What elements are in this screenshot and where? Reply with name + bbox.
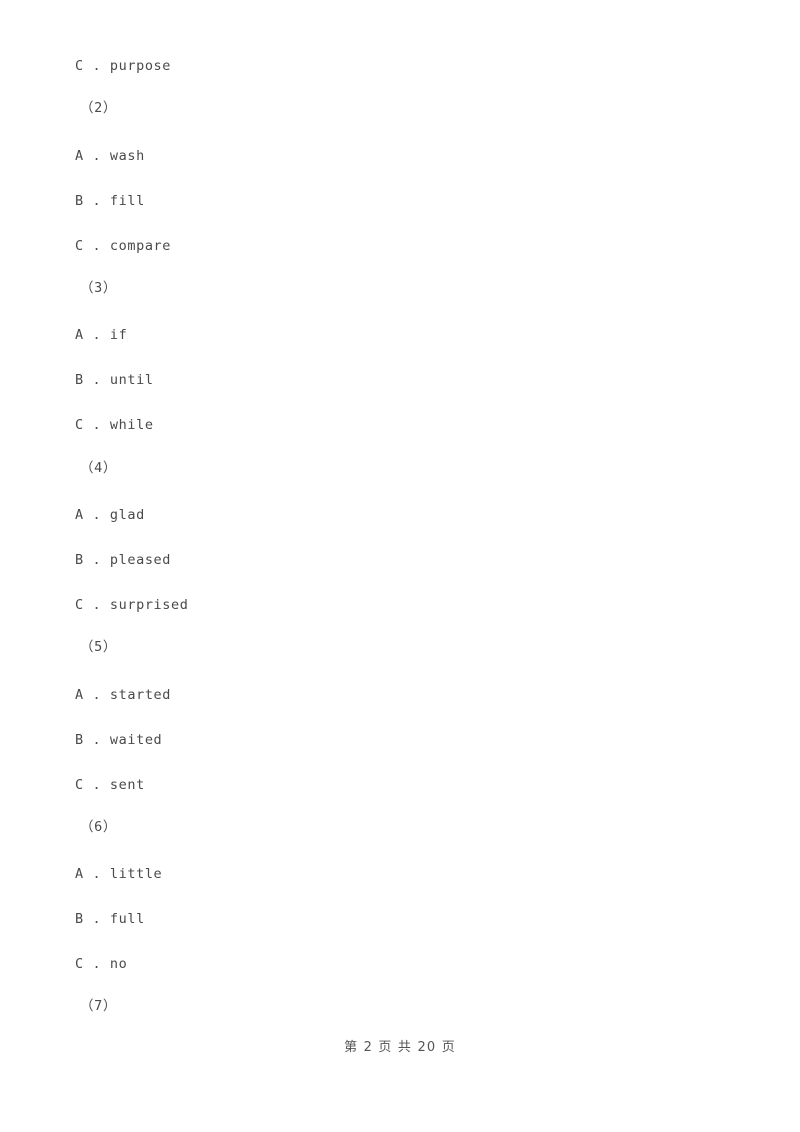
answer-option: A . wash [75, 148, 145, 164]
answer-option: B . fill [75, 193, 145, 209]
answer-option: B . pleased [75, 552, 172, 568]
question-number: （5） [80, 639, 117, 655]
answer-option: C . while [75, 417, 154, 433]
question-number: （6） [80, 819, 117, 835]
answer-option: A . glad [75, 507, 145, 523]
question-number: （3） [80, 280, 117, 296]
answer-option: B . waited [75, 732, 163, 748]
question-number: （7） [80, 998, 117, 1014]
question-number: （2） [80, 100, 117, 116]
question-number: （4） [80, 460, 117, 476]
answer-option: A . if [75, 327, 128, 343]
answer-option: C . purpose [75, 58, 172, 74]
document-page: C . purpose （2） A . wash B . fill C . compar… [0, 0, 800, 1132]
answer-option: A . started [75, 687, 172, 703]
page-footer: 第 2 页 共 20 页 [344, 1040, 456, 1055]
answer-option: A . little [75, 866, 163, 882]
answer-option: C . no [75, 956, 128, 972]
answer-option: C . surprised [75, 597, 189, 613]
answer-option: C . compare [75, 238, 172, 254]
answer-option: B . full [75, 911, 145, 927]
answer-option: B . until [75, 372, 154, 388]
answer-option: C . sent [75, 777, 145, 793]
